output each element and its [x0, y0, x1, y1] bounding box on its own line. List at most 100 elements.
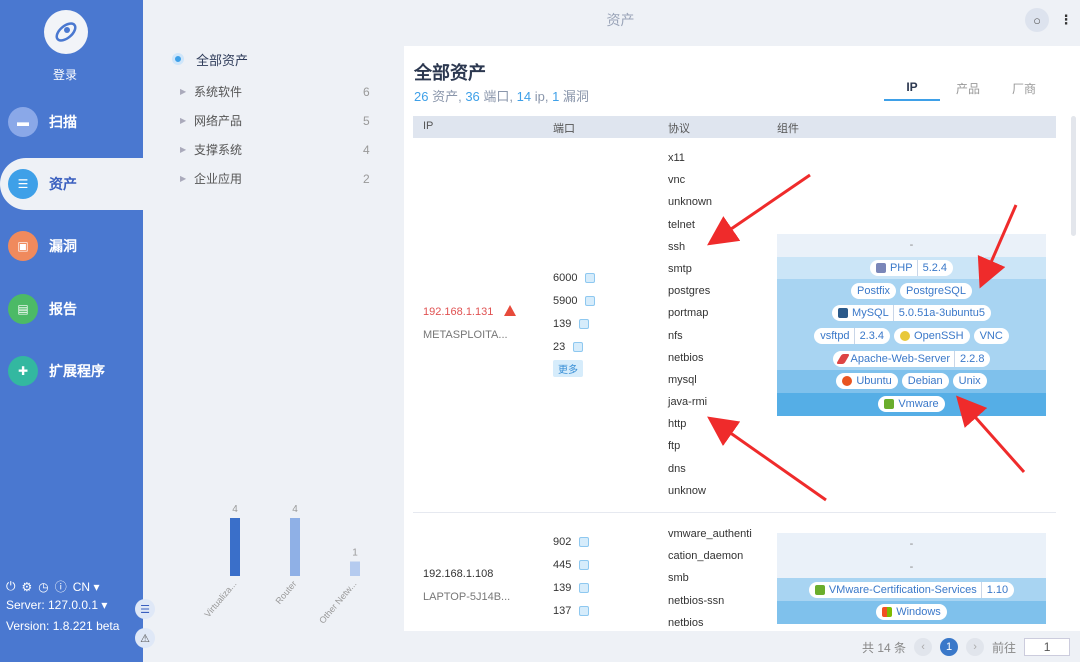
port-item[interactable]: 902: [553, 530, 590, 553]
copy-icon[interactable]: [579, 582, 590, 593]
server-select[interactable]: Server: 127.0.0.1 ▾: [6, 595, 119, 616]
mysql-icon: [838, 308, 849, 319]
page-title: 资产: [606, 12, 635, 28]
protocol-item: vmware_authenti: [668, 528, 752, 540]
tab-product[interactable]: 产品: [940, 80, 996, 101]
more-ports-button[interactable]: 更多: [553, 360, 583, 377]
nav-label: 漏洞: [49, 238, 77, 254]
tree-item-network-products[interactable]: ▶ 网络产品 5: [168, 106, 373, 135]
vmware-icon: [884, 399, 895, 410]
port-number: 5900: [553, 294, 578, 307]
bar-value-label: 4: [232, 504, 238, 515]
logo-icon[interactable]: [44, 10, 88, 54]
column-ip[interactable]: IP: [423, 120, 433, 132]
column-port[interactable]: 端口: [553, 120, 575, 136]
row-ip[interactable]: 192.168.1.108: [423, 568, 493, 580]
copy-icon[interactable]: [579, 559, 590, 570]
search-icon[interactable]: ○: [1025, 8, 1049, 32]
prev-page-button[interactable]: ‹: [914, 638, 933, 656]
sidebar-footer: ⏻ ⚙ ◷ ⓘ CN ▾ Server: 127.0.0.1 ▾ Version…: [6, 578, 119, 637]
component-chip-windows[interactable]: Windows: [876, 604, 947, 621]
scrollbar[interactable]: [1071, 116, 1076, 236]
gear-icon[interactable]: ⚙: [22, 580, 33, 594]
protocol-item: nfs: [668, 329, 683, 342]
component-chip-ubuntu[interactable]: Ubuntu: [836, 373, 898, 390]
warning-icon[interactable]: [504, 305, 516, 316]
empty-placeholder: -: [909, 538, 914, 551]
clock-icon[interactable]: ◷: [38, 580, 48, 594]
component-row-empty: -: [777, 555, 1046, 579]
component-chip-vmware[interactable]: Vmware: [878, 396, 945, 413]
goto-page-input[interactable]: 1: [1024, 638, 1071, 656]
port-item[interactable]: 23: [553, 335, 595, 358]
tree-root[interactable]: 全部资产: [168, 48, 373, 70]
caret-right-icon: ▶: [180, 174, 187, 183]
info-icon[interactable]: ⓘ: [55, 578, 67, 595]
asset-panel: 全部资产 26 资产, 36 端口, 14 ip, 1 漏洞 IP 产品 厂商 …: [404, 46, 1080, 631]
nav-vulns[interactable]: ▣ 漏洞: [0, 220, 143, 272]
port-number: 6000: [553, 271, 578, 284]
caret-right-icon: ▶: [180, 116, 187, 125]
row-hostname: LAPTOP-5J14B...: [423, 591, 511, 603]
component-chip-apache[interactable]: Apache-Web-Server 2.2.8: [832, 350, 991, 367]
tab-ip[interactable]: IP: [884, 80, 940, 101]
tree-item-system-software[interactable]: ▶ 系统软件 6: [168, 77, 373, 106]
plugin-icon: ✚: [8, 356, 38, 386]
copy-icon[interactable]: [585, 272, 596, 283]
bar-0[interactable]: [230, 518, 240, 576]
port-item[interactable]: 139: [553, 312, 595, 335]
tree-item-enterprise-apps[interactable]: ▶ 企业应用 2: [168, 164, 373, 193]
component-chip-postgresql[interactable]: PostgreSQL: [900, 282, 972, 299]
language-select[interactable]: CN ▾: [73, 580, 100, 594]
component-chip-vmware-cert[interactable]: VMware-Certification-Services 1.10: [808, 581, 1015, 598]
caret-right-icon: ▶: [180, 87, 187, 96]
table-row[interactable]: 192.168.1.131 METASPLOITA... 6000 5900 1…: [413, 138, 1056, 513]
row-ip[interactable]: 192.168.1.131: [423, 306, 493, 318]
nav-reports[interactable]: ▤ 报告: [0, 283, 143, 335]
tab-vendor[interactable]: 厂商: [996, 80, 1052, 101]
component-chip-openssh[interactable]: OpenSSH: [894, 328, 970, 345]
table-row[interactable]: 192.168.1.108 LAPTOP-5J14B... 902 445 13…: [413, 513, 1056, 631]
nav-label: 扫描: [49, 114, 77, 130]
nav-label: 报告: [49, 301, 77, 317]
copy-icon[interactable]: [579, 605, 590, 616]
component-chip-php[interactable]: PHP 5.2.4: [869, 260, 954, 277]
port-item[interactable]: 445: [553, 553, 590, 576]
goto-label: 前往: [992, 640, 1017, 655]
bar-2[interactable]: [350, 561, 360, 577]
protocol-item: ftp: [668, 440, 681, 453]
power-icon[interactable]: ⏻: [6, 579, 16, 594]
more-menu-icon[interactable]: ⋮: [1054, 8, 1078, 32]
component-chip-mysql[interactable]: MySQL 5.0.51a-3ubuntu5: [832, 305, 991, 322]
chip-label: vsftpd: [820, 330, 850, 343]
login-label[interactable]: 登录: [0, 66, 130, 83]
nav-assets[interactable]: ☰ 资产: [0, 158, 143, 210]
page-number-current[interactable]: 1: [940, 638, 959, 656]
component-chip-vsftpd[interactable]: vsftpd 2.3.4: [814, 328, 891, 345]
port-item[interactable]: 5900: [553, 289, 596, 312]
menu-toggle-icon[interactable]: ☰: [135, 599, 155, 619]
bar-1[interactable]: [290, 518, 300, 576]
component-chip-unix[interactable]: Unix: [952, 373, 987, 390]
nav-scan[interactable]: ▬ 扫描: [0, 96, 143, 148]
port-item[interactable]: 6000: [553, 266, 596, 289]
nav-plugins[interactable]: ✚ 扩展程序: [0, 345, 143, 397]
table-header: IP 端口 协议 组件: [413, 116, 1056, 138]
tree-item-support-systems[interactable]: ▶ 支撑系统 4: [168, 135, 373, 164]
port-item[interactable]: 139: [553, 576, 590, 599]
copy-icon[interactable]: [579, 318, 590, 329]
port-item[interactable]: 137: [553, 599, 590, 622]
component-chip-postfix[interactable]: Postfix: [851, 282, 897, 299]
copy-icon[interactable]: [573, 341, 584, 352]
component-row-services: VMware-Certification-Services 1.10: [777, 578, 1046, 602]
port-number: 139: [553, 581, 572, 594]
column-component[interactable]: 组件: [777, 120, 799, 136]
component-chip-debian[interactable]: Debian: [901, 373, 949, 390]
chip-label: Unix: [958, 375, 981, 388]
copy-icon[interactable]: [579, 536, 590, 547]
component-chip-vnc[interactable]: VNC: [973, 328, 1009, 345]
column-protocol[interactable]: 协议: [668, 120, 690, 136]
warning-icon[interactable]: ⚠: [135, 628, 155, 648]
copy-icon[interactable]: [585, 295, 596, 306]
next-page-button[interactable]: ›: [966, 638, 985, 656]
